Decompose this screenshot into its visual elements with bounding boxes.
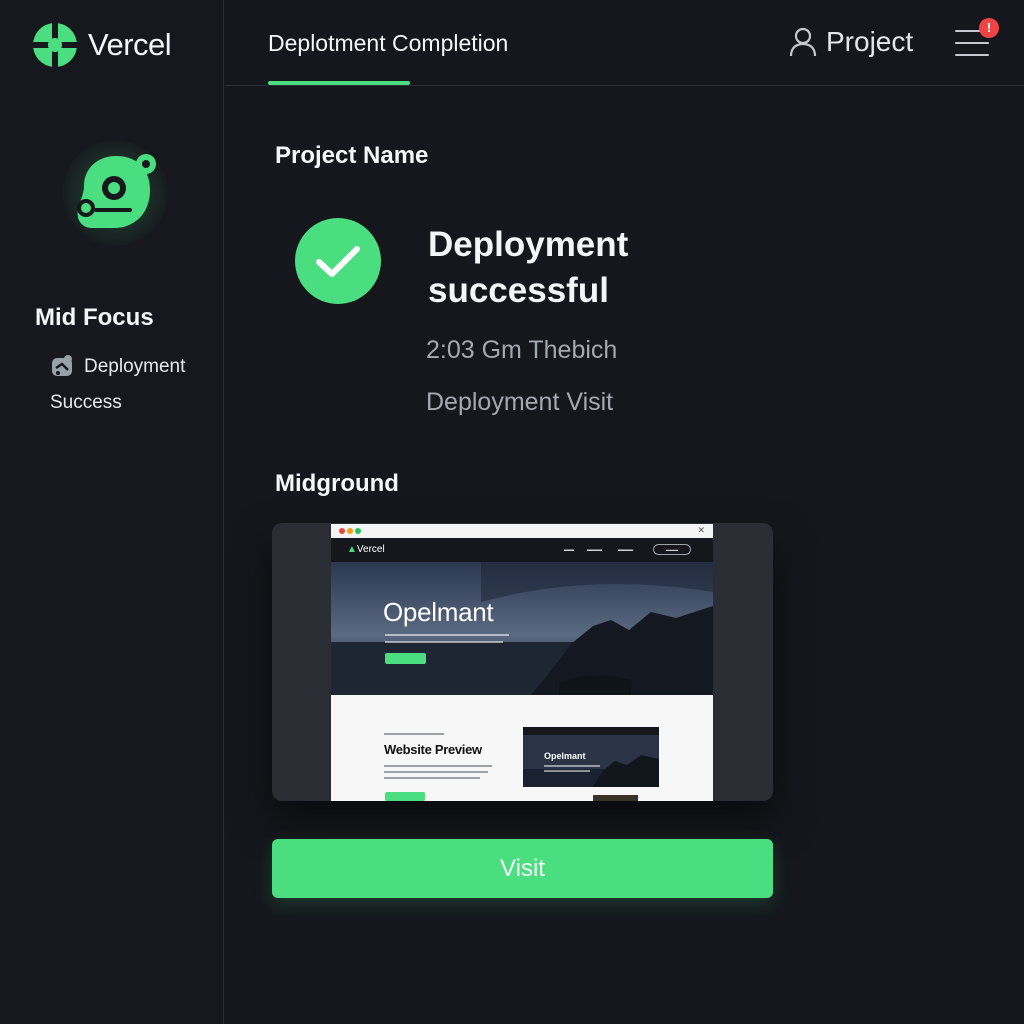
menu-line: [955, 42, 989, 44]
hero-landscape-image: [331, 562, 713, 695]
menu-line: [955, 30, 981, 32]
user-icon: [789, 27, 817, 57]
vercel-logo-icon: [32, 22, 78, 68]
hero-cta-button: [385, 653, 426, 664]
site-lower-section: Website Preview Opelmant: [331, 695, 713, 801]
site-nav-button: ▬▬▬: [653, 544, 691, 555]
hero-title: Opelmant: [383, 597, 494, 627]
browser-window: ✕ ▲Vercel ▬▬ ▬▬▬ ▬▬▬ ▬▬▬ Opelmant Websit…: [331, 524, 713, 801]
site-nav-link: ▬▬▬: [587, 547, 602, 553]
active-tab-indicator: [268, 81, 410, 85]
sidebar-heading: Mid Focus: [35, 304, 154, 331]
project-label: Project: [826, 26, 914, 57]
window-dot-close: [339, 528, 345, 534]
project-logo-icon: [77, 154, 156, 228]
window-dot-max: [355, 528, 361, 534]
thumbnail-image: [593, 795, 638, 801]
section-title: Website Preview: [384, 742, 482, 757]
mini-card-header: [523, 727, 659, 735]
section-text-line: [384, 777, 480, 779]
brand[interactable]: Vercel: [32, 22, 172, 68]
hero-text-line: [385, 641, 503, 643]
tab-deployment-completion[interactable]: Deplotment Completion: [268, 30, 508, 57]
sidebar-item-sublabel: Success: [50, 392, 122, 413]
site-nav-link: ▬▬▬: [618, 547, 633, 553]
website-preview-card[interactable]: ✕ ▲Vercel ▬▬ ▬▬▬ ▬▬▬ ▬▬▬ Opelmant Websit…: [272, 523, 773, 801]
mini-landscape-image: [523, 735, 659, 787]
mini-card-title: Opelmant: [544, 751, 586, 761]
notification-badge: !: [979, 18, 999, 38]
sidebar-item-deployment-success[interactable]: Deployment Success: [50, 354, 210, 414]
menu-line: [955, 54, 989, 56]
hamburger-menu-button[interactable]: !: [952, 18, 999, 64]
close-icon: ✕: [697, 525, 705, 535]
sidebar-item-label: Deployment: [84, 356, 186, 377]
check-circle-icon: [295, 218, 381, 304]
deployment-status-title: Deployment successful: [428, 225, 629, 310]
section-text-line: [384, 765, 492, 767]
section-cta-button: [385, 792, 425, 801]
deployment-timestamp: 2:03 Gm Thebich: [426, 336, 618, 364]
hero-text-line: [385, 634, 509, 636]
visit-button[interactable]: Visit: [272, 839, 773, 898]
brand-name: Vercel: [88, 27, 172, 62]
site-hero: Opelmant: [331, 562, 713, 695]
mini-preview-card: Opelmant: [523, 727, 659, 787]
site-logo: ▲Vercel: [347, 544, 385, 555]
project-name-label: Project Name: [275, 142, 429, 169]
top-bar: Deplotment Completion Project !: [225, 0, 1024, 86]
section-eyebrow: [384, 733, 444, 735]
section-text-line: [384, 771, 488, 773]
site-logo-text: Vercel: [356, 544, 385, 555]
sidebar: Vercel Mid Focus Deployment Success: [0, 0, 224, 1024]
site-nav-link: ▬▬: [564, 547, 574, 553]
mini-card-text-line: [544, 770, 590, 772]
site-nav: ▲Vercel ▬▬ ▬▬▬ ▬▬▬ ▬▬▬: [331, 538, 713, 562]
browser-chrome: ✕: [331, 524, 713, 538]
midground-label: Midground: [275, 470, 399, 497]
puzzle-icon: [52, 355, 72, 376]
mini-card-text-line: [544, 765, 600, 767]
window-dot-min: [347, 528, 353, 534]
deployment-visit-link[interactable]: Deployment Visit: [426, 388, 613, 417]
project-menu-button[interactable]: Project: [788, 25, 913, 59]
